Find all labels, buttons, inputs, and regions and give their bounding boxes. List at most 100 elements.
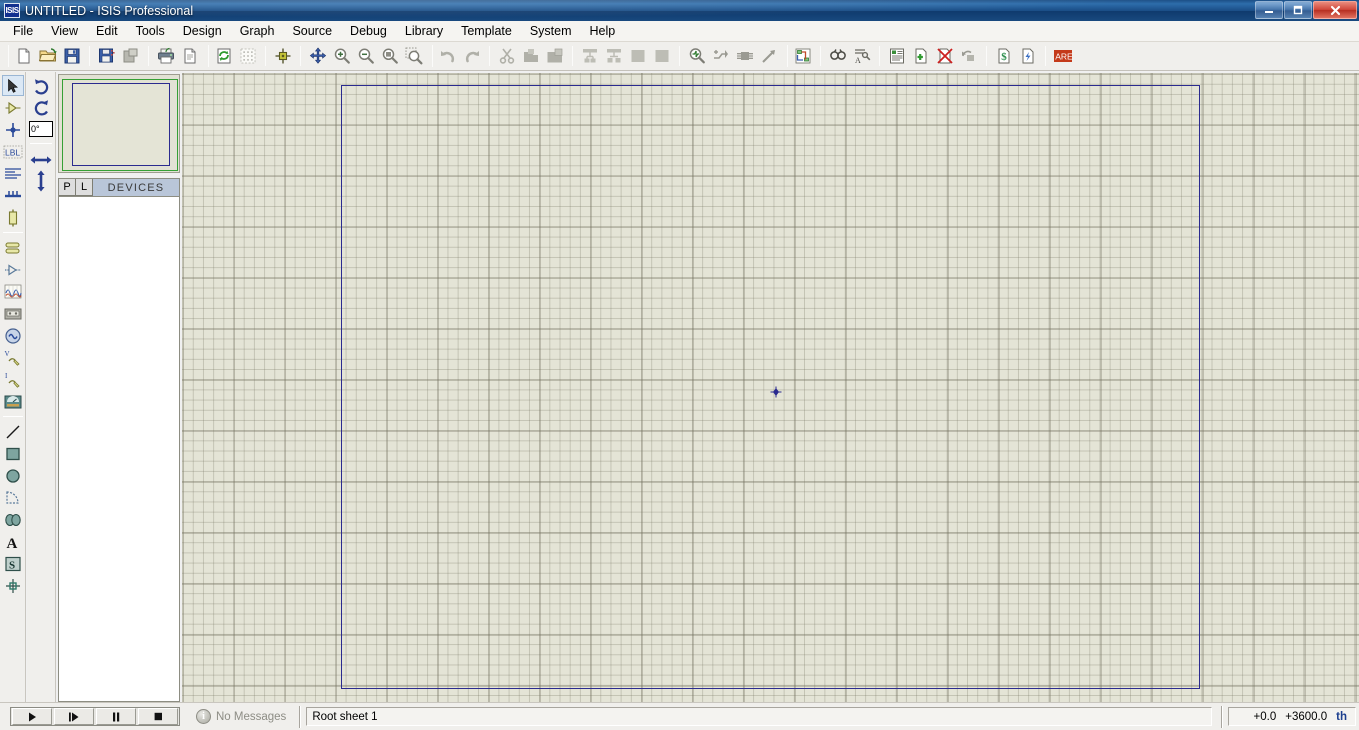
remove-sheet-button[interactable] bbox=[933, 44, 957, 68]
electrical-rules-check-button[interactable] bbox=[1016, 44, 1040, 68]
paste-button[interactable] bbox=[543, 44, 567, 68]
zoom-area-button[interactable] bbox=[402, 44, 426, 68]
devices-tab-p[interactable]: P bbox=[59, 179, 76, 196]
devices-tab-l[interactable]: L bbox=[76, 179, 93, 196]
menu-view[interactable]: View bbox=[42, 21, 87, 41]
open-file-button[interactable] bbox=[36, 44, 60, 68]
virtual-instruments-tool[interactable] bbox=[2, 391, 24, 412]
packaging-tool-button[interactable] bbox=[733, 44, 757, 68]
new-sheet-button[interactable] bbox=[909, 44, 933, 68]
toggle-grid-button[interactable] bbox=[236, 44, 260, 68]
block-delete-button[interactable] bbox=[650, 44, 674, 68]
pan-button[interactable] bbox=[306, 44, 330, 68]
menu-system[interactable]: System bbox=[521, 21, 581, 41]
bill-of-materials-button[interactable]: $ bbox=[992, 44, 1016, 68]
subcircuit-tool[interactable] bbox=[2, 207, 24, 228]
component-mode-tool[interactable] bbox=[2, 97, 24, 118]
terminals-mode-tool[interactable] bbox=[2, 237, 24, 258]
save-button[interactable] bbox=[60, 44, 84, 68]
current-probe-tool[interactable]: I bbox=[2, 369, 24, 390]
menu-source[interactable]: Source bbox=[283, 21, 341, 41]
copy-button[interactable] bbox=[519, 44, 543, 68]
menu-library[interactable]: Library bbox=[396, 21, 452, 41]
menu-graph[interactable]: Graph bbox=[231, 21, 284, 41]
menu-template[interactable]: Template bbox=[452, 21, 521, 41]
junction-dot-tool[interactable] bbox=[2, 119, 24, 140]
pause-icon bbox=[113, 712, 120, 721]
voltage-probe-tool[interactable]: V bbox=[2, 347, 24, 368]
block-move-button[interactable] bbox=[602, 44, 626, 68]
wire-autorouter-button[interactable] bbox=[791, 44, 815, 68]
tape-recorder-tool[interactable] bbox=[2, 303, 24, 324]
window-controls bbox=[1255, 1, 1357, 19]
property-assignment-button[interactable]: A bbox=[850, 44, 874, 68]
mirror-vertical-button[interactable] bbox=[29, 170, 53, 191]
zoom-sheet-button[interactable] bbox=[378, 44, 402, 68]
step-button[interactable] bbox=[54, 708, 94, 725]
buses-tool[interactable] bbox=[2, 185, 24, 206]
undo-button[interactable] bbox=[436, 44, 460, 68]
print-button[interactable] bbox=[154, 44, 178, 68]
wire-label-tool[interactable]: LBL bbox=[2, 141, 24, 162]
graph-mode-tool[interactable] bbox=[2, 281, 24, 302]
close-icon bbox=[1330, 5, 1340, 15]
devices-list[interactable] bbox=[59, 197, 179, 701]
overview-panel[interactable] bbox=[58, 74, 180, 173]
import-section-icon bbox=[123, 48, 138, 63]
make-device-button[interactable] bbox=[709, 44, 733, 68]
import-section-button[interactable] bbox=[119, 44, 143, 68]
2d-line-tool[interactable] bbox=[2, 421, 24, 442]
close-button[interactable] bbox=[1313, 1, 1357, 19]
block-rotate-button[interactable] bbox=[626, 44, 650, 68]
pause-button[interactable] bbox=[96, 708, 136, 725]
2d-circle-tool[interactable] bbox=[2, 465, 24, 486]
generator-mode-tool[interactable] bbox=[2, 325, 24, 346]
menu-edit[interactable]: Edit bbox=[87, 21, 127, 41]
redo-button[interactable] bbox=[460, 44, 484, 68]
2d-marker-tool[interactable] bbox=[2, 575, 24, 596]
selection-mode-tool[interactable] bbox=[1, 75, 24, 96]
text-script-tool[interactable] bbox=[2, 163, 24, 184]
stop-button[interactable] bbox=[138, 708, 178, 725]
schematic-canvas[interactable] bbox=[182, 73, 1359, 702]
zoom-out-button[interactable] bbox=[354, 44, 378, 68]
mirror-horizontal-button[interactable] bbox=[29, 149, 53, 170]
minimize-button[interactable] bbox=[1255, 1, 1283, 19]
step-icon bbox=[69, 712, 79, 721]
design-explorer-button[interactable] bbox=[885, 44, 909, 68]
2d-arc-tool[interactable] bbox=[2, 487, 24, 508]
2d-symbol-tool[interactable]: S bbox=[2, 553, 24, 574]
message-area[interactable]: i No Messages bbox=[192, 707, 294, 727]
rotate-clockwise-button[interactable] bbox=[29, 77, 53, 98]
search-tag-button[interactable] bbox=[826, 44, 850, 68]
rotate-anticlockwise-button[interactable] bbox=[29, 98, 53, 119]
bus-icon bbox=[4, 190, 21, 197]
new-file-button[interactable] bbox=[12, 44, 36, 68]
menu-help[interactable]: Help bbox=[581, 21, 625, 41]
rotate-anticlockwise-icon bbox=[34, 100, 48, 116]
zoom-in-button[interactable] bbox=[330, 44, 354, 68]
netlist-to-ares-button[interactable]: ARES bbox=[1051, 44, 1075, 68]
2d-box-tool[interactable] bbox=[2, 443, 24, 464]
svg-text:A: A bbox=[6, 536, 17, 550]
menu-debug[interactable]: Debug bbox=[341, 21, 396, 41]
tool-divider bbox=[2, 232, 23, 233]
rotation-angle-field[interactable]: 0° bbox=[29, 121, 53, 137]
refresh-display-button[interactable] bbox=[212, 44, 236, 68]
cut-button[interactable] bbox=[495, 44, 519, 68]
save-as-button[interactable] bbox=[95, 44, 119, 68]
block-copy-button[interactable] bbox=[578, 44, 602, 68]
play-button[interactable] bbox=[12, 708, 52, 725]
2d-text-tool[interactable]: A bbox=[2, 531, 24, 552]
set-origin-button[interactable] bbox=[271, 44, 295, 68]
pick-device-button[interactable] bbox=[685, 44, 709, 68]
exit-sheet-button[interactable] bbox=[957, 44, 981, 68]
print-region-button[interactable] bbox=[178, 44, 202, 68]
2d-path-tool[interactable] bbox=[2, 509, 24, 530]
menu-design[interactable]: Design bbox=[174, 21, 231, 41]
menu-tools[interactable]: Tools bbox=[127, 21, 174, 41]
menu-file[interactable]: File bbox=[4, 21, 42, 41]
maximize-button[interactable] bbox=[1284, 1, 1312, 19]
device-pins-tool[interactable] bbox=[2, 259, 24, 280]
decompose-button[interactable] bbox=[757, 44, 781, 68]
